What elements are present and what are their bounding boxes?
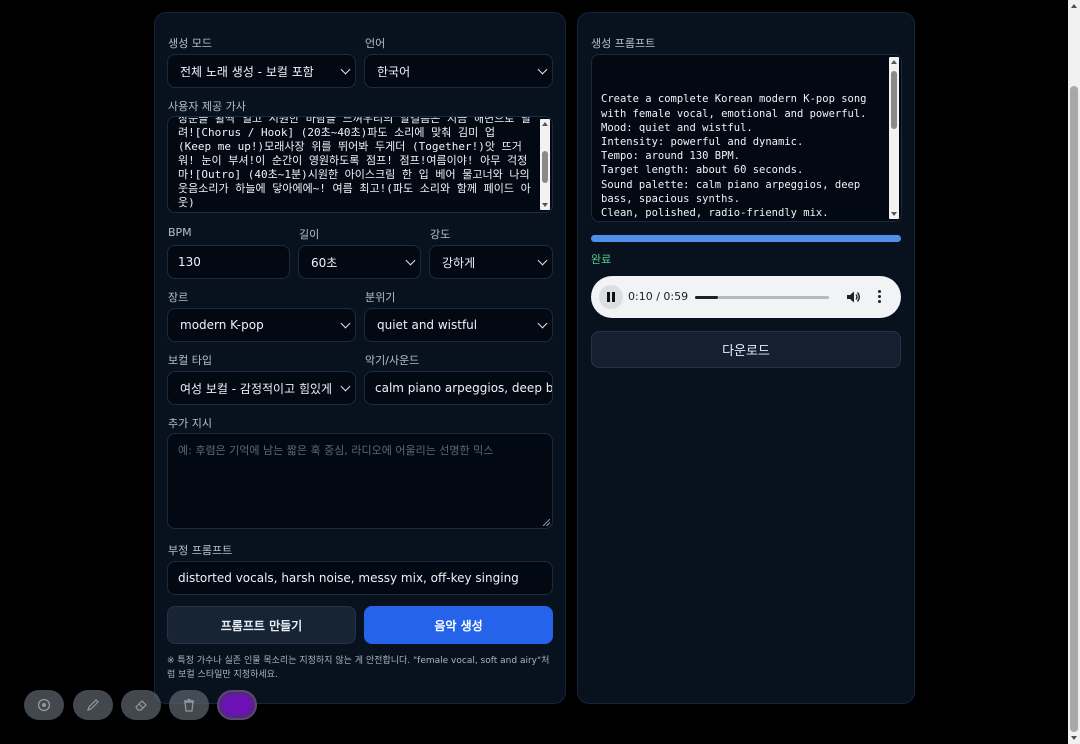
prompt-text: Create a complete Korean modern K-pop so… — [601, 93, 867, 220]
prompt-scrollbar[interactable] — [889, 57, 899, 219]
make-prompt-label: 프롬프트 만들기 — [220, 618, 303, 633]
instruments-input[interactable]: calm piano arpeggios, deep bass — [364, 371, 553, 405]
color-swatch — [223, 696, 251, 714]
instruments-label: 악기/사운드 — [365, 354, 420, 367]
mood-select[interactable]: quiet and wistful — [364, 308, 553, 342]
negative-value: distorted vocals, harsh noise, messy mix… — [178, 571, 519, 585]
chevron-down-icon — [340, 381, 351, 392]
pencil-icon — [87, 699, 99, 711]
eraser-tool-button[interactable] — [121, 690, 161, 720]
language-select[interactable]: 한국어 — [364, 54, 553, 88]
intensity-select[interactable]: 강하게 — [429, 245, 553, 279]
length-value: 60초 — [311, 255, 338, 270]
generate-music-button[interactable]: 음악 생성 — [364, 606, 553, 644]
lyrics-scroll-thumb[interactable] — [542, 151, 548, 183]
prompt-label: 생성 프롬프트 — [591, 37, 656, 50]
scroll-up-arrow-icon[interactable] — [891, 60, 897, 64]
chevron-down-icon — [537, 64, 548, 75]
mode-label: 생성 모드 — [168, 37, 212, 50]
scroll-down-arrow-icon[interactable] — [542, 203, 548, 207]
eye-tool-button[interactable] — [24, 690, 64, 720]
audio-player[interactable]: 0:10 / 0:59 — [591, 276, 901, 318]
audio-seek-fill — [695, 296, 718, 299]
genre-select[interactable]: modern K-pop — [167, 308, 356, 342]
scroll-up-arrow-icon[interactable] — [1071, 4, 1077, 8]
lyrics-text: 창문을 활짝 열고 시원한 바람을 느껴우리의 말걸음은 지금 해변으로 달려!… — [178, 116, 532, 209]
genre-label: 장르 — [168, 291, 189, 304]
page-scrollbar[interactable] — [1068, 0, 1080, 744]
scroll-down-arrow-icon[interactable] — [891, 212, 897, 216]
intensity-value: 강하게 — [442, 255, 476, 270]
negative-input[interactable]: distorted vocals, harsh noise, messy mix… — [167, 561, 553, 595]
make-prompt-button[interactable]: 프롬프트 만들기 — [167, 606, 356, 644]
lyrics-textarea[interactable]: 창문을 활짝 열고 시원한 바람을 느껴우리의 말걸음은 지금 해변으로 달려!… — [167, 116, 553, 213]
eye-icon — [37, 698, 51, 712]
scroll-down-arrow-icon[interactable] — [1071, 736, 1077, 740]
length-select[interactable]: 60초 — [298, 245, 421, 279]
more-options-icon[interactable] — [878, 290, 882, 304]
chevron-down-icon — [405, 255, 416, 266]
audio-seek-bar[interactable] — [695, 296, 829, 299]
bpm-label: BPM — [168, 226, 192, 239]
lyrics-scrollbar[interactable] — [540, 119, 550, 210]
vocal-select[interactable]: 여성 보컬 - 감정적이고 힘있게 — [167, 371, 356, 405]
download-button[interactable]: 다운로드 — [591, 331, 901, 368]
extra-textarea[interactable]: 예: 후렴은 기억에 남는 짧은 훅 중심, 라디오에 어울리는 선명한 믹스 — [167, 433, 553, 529]
page-scroll-thumb[interactable] — [1070, 86, 1078, 732]
mood-label: 분위기 — [365, 291, 396, 304]
negative-label: 부정 프롬프트 — [168, 544, 233, 557]
intensity-label: 강도 — [430, 228, 451, 241]
mood-value: quiet and wistful — [377, 318, 478, 332]
progress-fill — [591, 235, 901, 242]
language-value: 한국어 — [377, 64, 411, 79]
extra-placeholder: 예: 후렴은 기억에 남는 짧은 훅 중심, 라디오에 어울리는 선명한 믹스 — [178, 444, 494, 457]
genre-value: modern K-pop — [180, 318, 264, 332]
prompt-scroll-thumb[interactable] — [891, 71, 897, 129]
audio-current-time: 0:10 — [628, 290, 653, 303]
bpm-value: 130 — [178, 255, 201, 269]
pencil-tool-button[interactable] — [73, 690, 113, 720]
language-label: 언어 — [365, 37, 386, 50]
scroll-up-arrow-icon[interactable] — [542, 122, 548, 126]
progress-bar — [591, 235, 901, 242]
lyrics-label: 사용자 제공 가사 — [168, 100, 246, 113]
eraser-icon — [135, 700, 147, 711]
chevron-down-icon — [537, 255, 548, 266]
trash-icon — [184, 698, 194, 712]
vocal-label: 보컬 타입 — [168, 354, 212, 367]
generate-label: 음악 생성 — [434, 618, 483, 633]
instruments-value: calm piano arpeggios, deep bass — [375, 381, 553, 395]
audio-duration: 0:59 — [663, 290, 689, 303]
pause-icon[interactable] — [599, 285, 623, 309]
volume-icon[interactable] — [847, 291, 861, 303]
extra-label: 추가 지시 — [168, 417, 212, 430]
bpm-input[interactable]: 130 — [167, 245, 290, 279]
chevron-down-icon — [340, 64, 351, 75]
safety-note: ※ 특정 가수나 실존 인물 목소리는 지정하지 않는 게 안전합니다. "fe… — [167, 656, 550, 680]
mode-select[interactable]: 전체 노래 생성 - 보컬 포함 — [167, 54, 356, 88]
mode-value: 전체 노래 생성 - 보컬 포함 — [180, 64, 314, 79]
chevron-down-icon — [537, 318, 548, 329]
prompt-textarea[interactable]: Create a complete Korean modern K-pop so… — [591, 54, 902, 222]
resize-grip-icon[interactable] — [543, 519, 550, 526]
chevron-down-icon — [340, 318, 351, 329]
download-label: 다운로드 — [722, 344, 770, 359]
trash-tool-button[interactable] — [169, 690, 209, 720]
vocal-value: 여성 보컬 - 감정적이고 힘있게 — [180, 381, 331, 396]
audio-time: 0:10 / 0:59 — [628, 290, 689, 303]
color-swatch-button[interactable] — [217, 690, 257, 720]
length-label: 길이 — [299, 228, 320, 241]
status-text: 완료 — [591, 253, 612, 266]
